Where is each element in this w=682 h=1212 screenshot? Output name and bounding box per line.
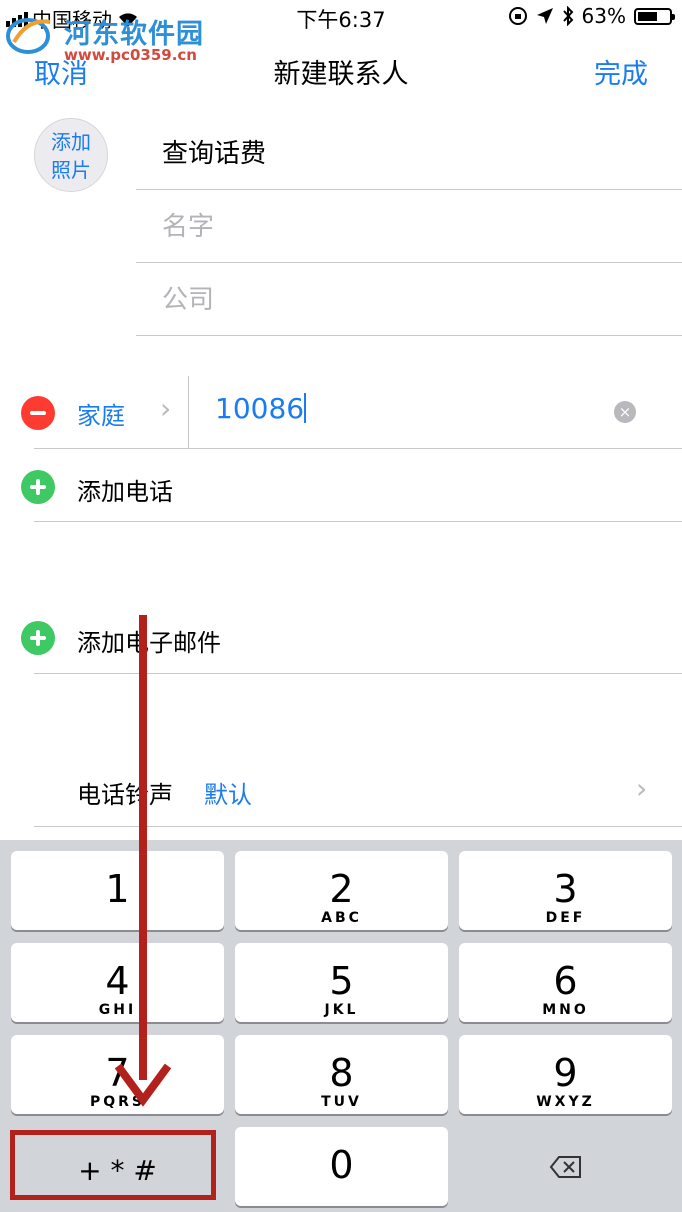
delete-key[interactable] [459, 1127, 672, 1206]
key-7[interactable]: 7 PQRS [11, 1035, 224, 1114]
key-3[interactable]: 3 DEF [459, 851, 672, 930]
key-5[interactable]: 5 JKL [235, 943, 448, 1022]
phone-input[interactable]: 10086 [215, 392, 307, 425]
add-email-icon[interactable] [21, 621, 55, 655]
add-email-button[interactable]: 添加电子邮件 [77, 623, 221, 658]
battery-icon [634, 7, 675, 25]
text-cursor [304, 393, 307, 423]
divider [34, 448, 682, 449]
add-photo-label-2: 照片 [51, 158, 91, 182]
key-4[interactable]: 4 GHI [11, 943, 224, 1022]
key-2[interactable]: 2 ABC [235, 851, 448, 930]
key-8[interactable]: 8 TUV [235, 1035, 448, 1114]
key-9[interactable]: 9 WXYZ [459, 1035, 672, 1114]
cancel-button[interactable]: 取消 [34, 52, 88, 91]
backspace-icon [549, 1156, 581, 1178]
first-name-field[interactable]: 名字 [136, 191, 682, 263]
ringtone-label: 电话铃声 [77, 781, 173, 809]
location-icon [536, 8, 553, 24]
chevron-right-icon: › [160, 392, 172, 425]
add-phone-button[interactable]: 添加电话 [77, 472, 173, 507]
key-6[interactable]: 6 MNO [459, 943, 672, 1022]
add-photo-label-1: 添加 [51, 130, 91, 154]
phone-value: 10086 [215, 392, 305, 425]
rotation-lock-icon [508, 7, 527, 25]
annotation-highlight-box [10, 1130, 216, 1200]
remove-phone-button[interactable] [21, 396, 55, 430]
bluetooth-icon [562, 6, 573, 26]
company-field[interactable]: 公司 [136, 264, 682, 336]
add-phone-icon[interactable] [21, 470, 55, 504]
divider [34, 826, 682, 827]
status-right: 63% [508, 4, 675, 28]
last-name-field[interactable]: 查询话费 [136, 118, 682, 190]
watermark-logo [6, 18, 51, 54]
battery-percent: 63% [581, 4, 626, 28]
key-1[interactable]: 1 [11, 851, 224, 930]
battery-fill [638, 11, 657, 21]
done-button[interactable]: 完成 [594, 52, 648, 91]
chevron-right-icon: › [636, 772, 648, 805]
phone-label-button[interactable]: 家庭 [77, 396, 125, 431]
clear-icon[interactable]: × [614, 401, 636, 423]
divider [34, 673, 682, 674]
page-title: 新建联系人 [273, 59, 409, 90]
divider [188, 376, 189, 448]
ringtone-value[interactable]: 默认 [204, 775, 252, 810]
divider [34, 521, 682, 522]
add-photo-button[interactable]: 添加 照片 [34, 118, 108, 192]
key-0[interactable]: 0 [235, 1127, 448, 1206]
